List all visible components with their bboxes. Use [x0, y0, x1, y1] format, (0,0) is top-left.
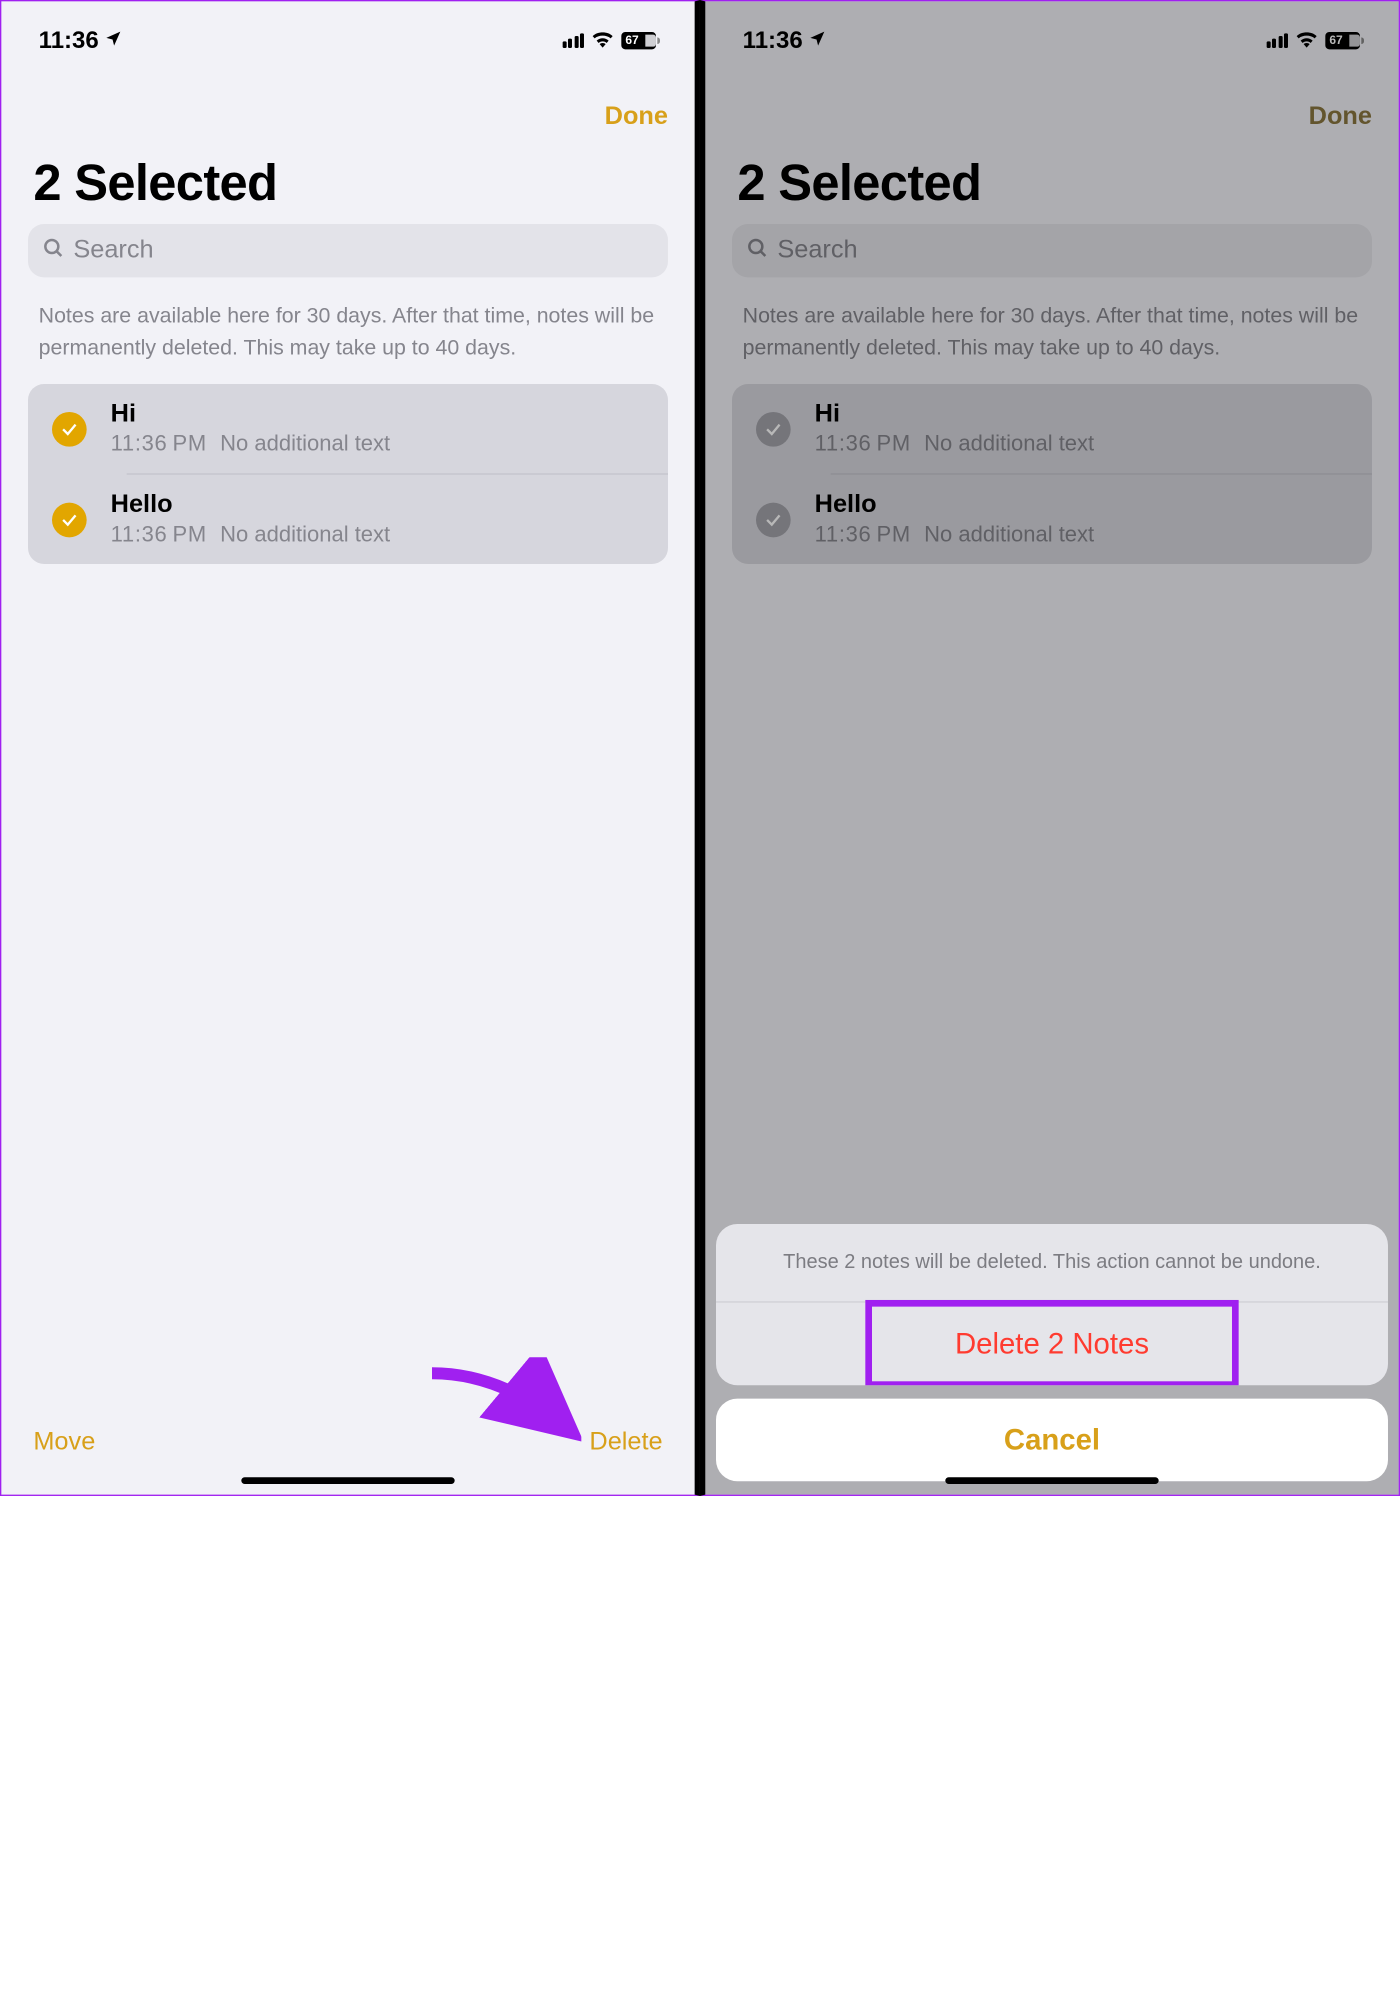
note-time: 11:36 PM: [111, 523, 207, 548]
search-icon: [41, 235, 65, 266]
search-field[interactable]: [28, 224, 668, 277]
bottom-toolbar: Move Delete: [1, 1428, 694, 1495]
checkmark-selected-icon[interactable]: [52, 411, 87, 446]
note-preview: No additional text: [220, 523, 390, 548]
cancel-button[interactable]: Cancel: [716, 1399, 1388, 1482]
note-row[interactable]: Hello 11:36 PM No additional text: [127, 473, 668, 564]
move-button[interactable]: Move: [33, 1428, 95, 1457]
battery-icon: 67: [621, 31, 660, 48]
retention-info: Notes are available here for 30 days. Af…: [1, 277, 694, 384]
page-title: 2 Selected: [1, 132, 694, 224]
delete-button[interactable]: Delete: [589, 1428, 662, 1457]
note-time: 11:36 PM: [111, 432, 207, 457]
wifi-icon: [591, 26, 615, 54]
home-indicator[interactable]: [945, 1477, 1158, 1484]
annotation-arrow-icon: [421, 1357, 581, 1457]
notes-list: Hi 11:36 PM No additional text Hello 11:…: [28, 384, 668, 564]
cellular-icon: [562, 32, 584, 48]
note-title: Hi: [111, 400, 390, 429]
note-preview: No additional text: [220, 432, 390, 457]
home-indicator[interactable]: [241, 1477, 454, 1484]
action-sheet: These 2 notes will be deleted. This acti…: [716, 1223, 1388, 1481]
checkmark-selected-icon[interactable]: [52, 502, 87, 537]
note-row[interactable]: Hi 11:36 PM No additional text: [28, 384, 668, 473]
done-button[interactable]: Done: [605, 103, 668, 132]
action-sheet-message: These 2 notes will be deleted. This acti…: [716, 1223, 1388, 1302]
note-title: Hello: [111, 491, 390, 520]
status-time: 11:36: [39, 26, 99, 54]
location-icon: [104, 26, 123, 54]
search-input[interactable]: [73, 236, 654, 265]
status-bar: 11:36 67: [1, 1, 694, 62]
delete-notes-button[interactable]: Delete 2 Notes: [716, 1303, 1388, 1386]
